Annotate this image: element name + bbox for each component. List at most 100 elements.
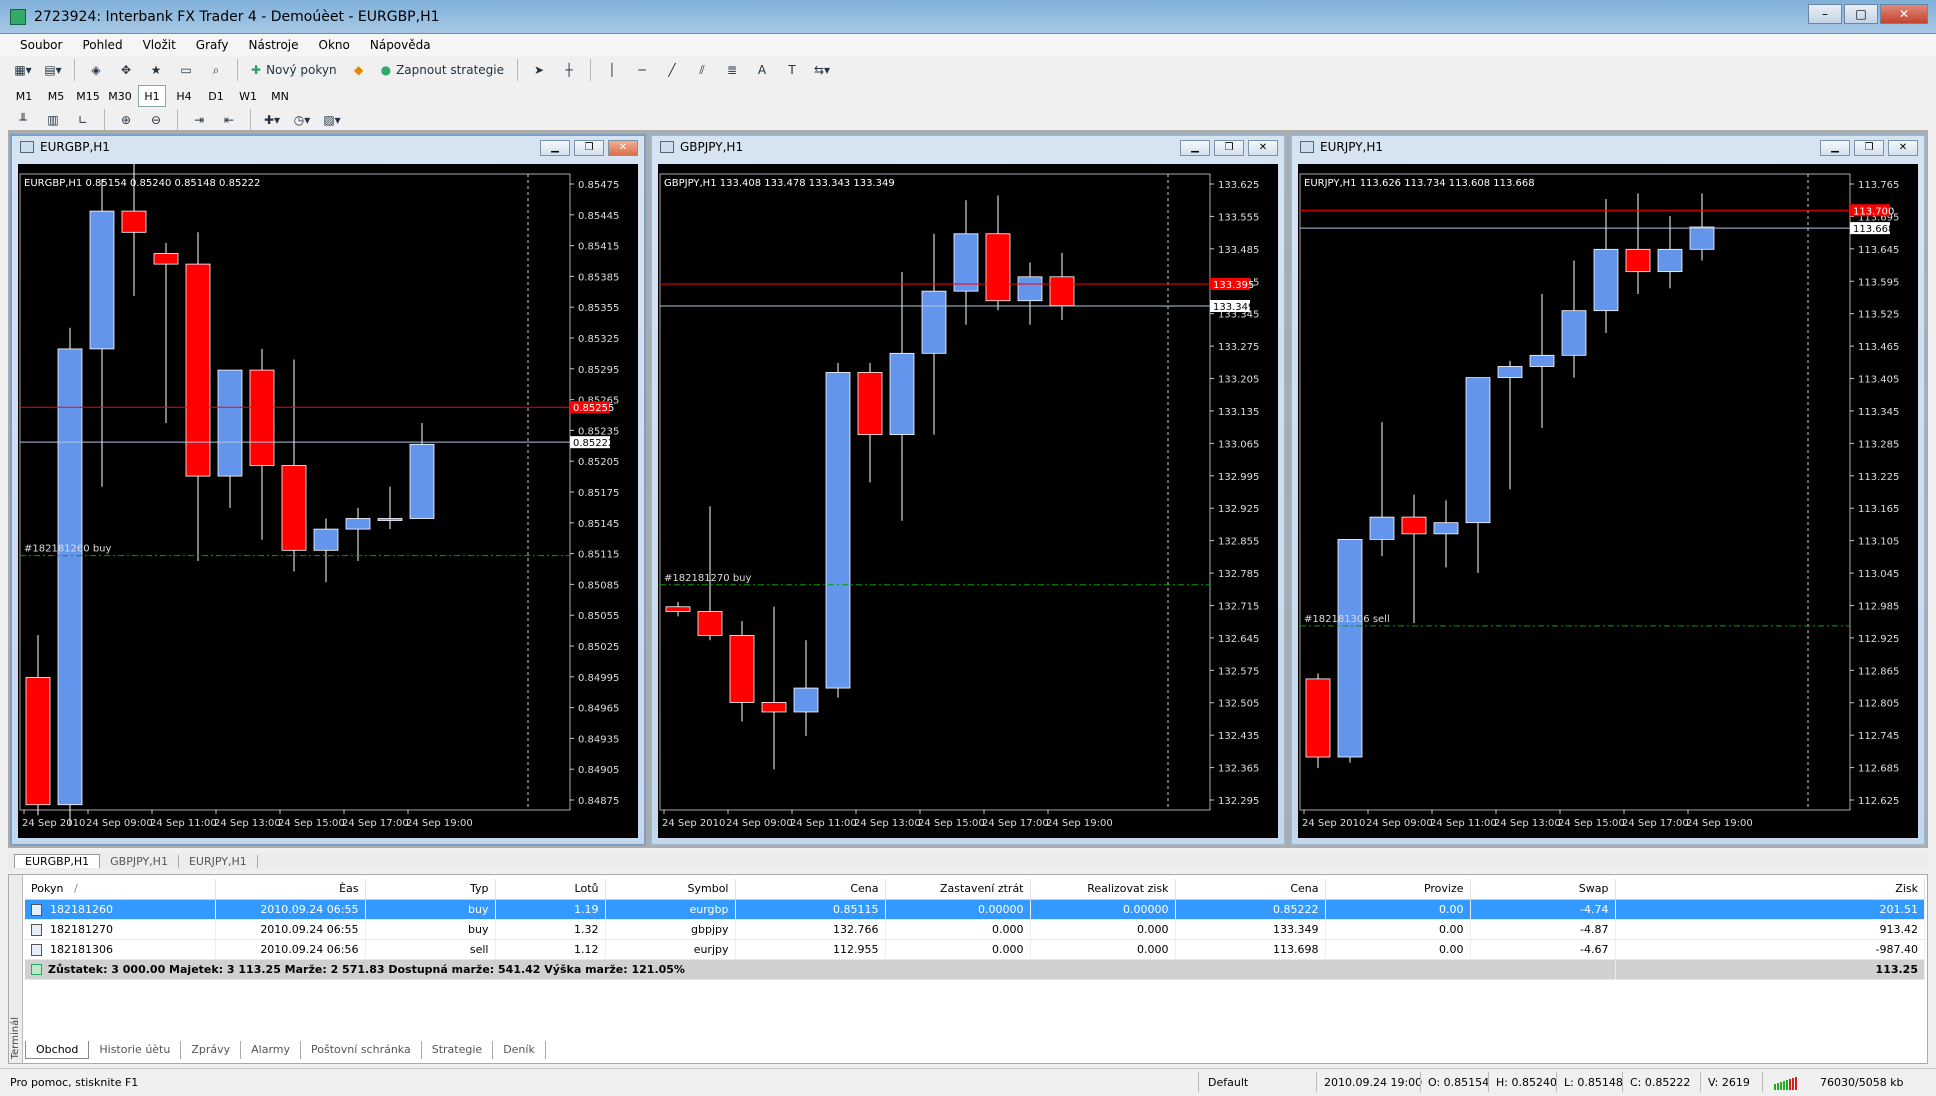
chart-restore-button[interactable]: ❐: [1214, 140, 1244, 156]
candle-body: [313, 528, 339, 551]
profiles-icon[interactable]: ▤▾: [40, 58, 66, 82]
col-order[interactable]: Pokyn /: [25, 879, 216, 900]
col-take-profit[interactable]: Realizovat zisk: [1030, 879, 1176, 900]
metaeditor-icon[interactable]: ◆: [346, 58, 372, 82]
vertical-line-icon[interactable]: │: [599, 58, 625, 82]
new-chart-icon[interactable]: ▦▾: [10, 58, 36, 82]
chart-close-button[interactable]: ✕: [608, 140, 638, 156]
fibonacci-icon[interactable]: ≣: [719, 58, 745, 82]
col-stop-loss[interactable]: Zastavení ztrát: [885, 879, 1031, 900]
menu-view[interactable]: Pohled: [72, 38, 132, 52]
time-tick-label: 24 Sep 19:00: [406, 818, 473, 829]
time-tick-label: 24 Sep 11:00: [150, 818, 217, 829]
timeframe-mn[interactable]: MN: [266, 85, 294, 107]
zoom-in-icon[interactable]: ⊕: [113, 108, 139, 132]
charts-toolbar: ╨ ▥ ∟ ⊕ ⊖ ⇥ ⇤ ✚▾ ◷▾ ▨▾: [0, 108, 1936, 132]
status-help: Pro pomoc, stisknite F1: [10, 1076, 139, 1089]
col-type[interactable]: Typ: [365, 879, 496, 900]
col-swap[interactable]: Swap: [1470, 879, 1616, 900]
chart-canvas[interactable]: 133.625133.555133.485133.415133.345133.2…: [658, 164, 1278, 840]
timeframe-m15[interactable]: M15: [74, 85, 102, 107]
timeframe-m5[interactable]: M5: [42, 85, 70, 107]
col-price[interactable]: Cena: [1175, 879, 1326, 900]
chart-close-button[interactable]: ✕: [1888, 140, 1918, 156]
col-open-price[interactable]: Cena: [735, 879, 886, 900]
crosshair-icon[interactable]: ┼: [556, 58, 582, 82]
bid-price-label: 0.85222: [573, 438, 614, 449]
text-icon[interactable]: A: [749, 58, 775, 82]
menu-insert[interactable]: Vložit: [133, 38, 186, 52]
chart-restore-button[interactable]: ❐: [574, 140, 604, 156]
chart-window-gbpjpy[interactable]: GBPJPY,H1 ▁❐✕ 133.625133.555133.485133.4…: [650, 134, 1286, 846]
menu-help[interactable]: Nápověda: [360, 38, 441, 52]
bar-chart-icon[interactable]: ╨: [10, 108, 36, 132]
price-tick-label: 112.685: [1858, 764, 1899, 775]
toggle-strategies-button[interactable]: ● Zapnout strategie: [376, 58, 509, 82]
navigator-icon[interactable]: ★: [143, 58, 169, 82]
horizontal-line-icon[interactable]: ─: [629, 58, 655, 82]
market-watch-icon[interactable]: ◈: [83, 58, 109, 82]
tab-mailbox[interactable]: Poštovní schránka: [301, 1041, 422, 1059]
table-row[interactable]: 182181260 2010.09.24 06:55 buy 1.19 eurgbp 0…: [25, 899, 1925, 920]
table-row[interactable]: 182181270 2010.09.24 06:55 buy 1.32 gbpjpy 1…: [25, 919, 1925, 940]
chart-tab-gbpjpy[interactable]: GBPJPY,H1: [100, 854, 179, 868]
col-symbol[interactable]: Symbol: [605, 879, 736, 900]
chart-restore-button[interactable]: ❐: [1854, 140, 1884, 156]
templates-icon[interactable]: ▨▾: [319, 108, 345, 132]
menu-charts[interactable]: Grafy: [186, 38, 239, 52]
trendline-icon[interactable]: ╱: [659, 58, 685, 82]
menu-file[interactable]: Soubor: [10, 38, 72, 52]
menu-tools[interactable]: Nástroje: [239, 38, 309, 52]
tab-trade[interactable]: Obchod: [25, 1041, 90, 1059]
chart-tab-eurjpy[interactable]: EURJPY,H1: [179, 854, 258, 868]
tab-alerts[interactable]: Alarmy: [241, 1041, 302, 1059]
new-order-button[interactable]: ✚ Nový pokyn: [246, 58, 342, 82]
timeframe-w1[interactable]: W1: [234, 85, 262, 107]
timeframe-h4[interactable]: H4: [170, 85, 198, 107]
chart-window-eurgbp[interactable]: EURGBP,H1 ▁ ❐ ✕ 0.85475 0.85445 0.85415 0.853…: [10, 134, 646, 846]
chart-minimize-button[interactable]: ▁: [1180, 140, 1210, 156]
table-row[interactable]: 182181306 2010.09.24 06:56 sell 1.12 eurjpy…: [25, 939, 1925, 960]
close-button[interactable]: ✕: [1880, 4, 1928, 24]
periods-icon[interactable]: ◷▾: [289, 108, 315, 132]
line-chart-icon[interactable]: ∟: [70, 108, 96, 132]
channel-icon[interactable]: ⫽: [689, 58, 715, 82]
price-tick-label: 0.85295: [578, 365, 619, 376]
chart-minimize-button[interactable]: ▁: [1820, 140, 1850, 156]
chart-shift-icon[interactable]: ⇤: [216, 108, 242, 132]
tab-account-history[interactable]: Historie úètu: [89, 1041, 182, 1059]
menu-window[interactable]: Okno: [309, 38, 360, 52]
timeframe-d1[interactable]: D1: [202, 85, 230, 107]
col-commission[interactable]: Provize: [1325, 879, 1471, 900]
status-high: H: 0.85240: [1496, 1076, 1557, 1089]
chart-canvas[interactable]: 113.765113.695113.645113.595113.525113.4…: [1298, 164, 1918, 840]
col-profit[interactable]: Zisk: [1615, 879, 1925, 900]
balance-icon: [31, 964, 42, 975]
chart-minimize-button[interactable]: ▁: [540, 140, 570, 156]
arrows-icon[interactable]: ⇆▾: [809, 58, 835, 82]
tab-news[interactable]: Zprávy: [181, 1041, 242, 1059]
cursor-icon[interactable]: ➤: [526, 58, 552, 82]
tab-experts[interactable]: Strategie: [422, 1041, 494, 1059]
chart-window-icon: [20, 141, 34, 153]
autoscroll-icon[interactable]: ⇥: [186, 108, 212, 132]
maximize-button[interactable]: □: [1844, 4, 1878, 24]
col-time[interactable]: Èas: [215, 879, 366, 900]
minimize-button[interactable]: –: [1808, 4, 1842, 24]
chart-canvas[interactable]: 0.85475 0.85445 0.85415 0.85385 0.85355 0.853…: [18, 164, 638, 840]
tab-journal[interactable]: Deník: [493, 1041, 546, 1059]
chart-tab-eurgbp[interactable]: EURGBP,H1: [14, 854, 101, 868]
indicators-icon[interactable]: ✚▾: [259, 108, 285, 132]
data-window-icon[interactable]: ✥: [113, 58, 139, 82]
text-label-icon[interactable]: T: [779, 58, 805, 82]
tester-icon[interactable]: ⌕: [203, 58, 229, 82]
zoom-out-icon[interactable]: ⊖: [143, 108, 169, 132]
col-lots[interactable]: Lotů: [495, 879, 606, 900]
candlestick-icon[interactable]: ▥: [40, 108, 66, 132]
terminal-icon[interactable]: ▭: [173, 58, 199, 82]
chart-close-button[interactable]: ✕: [1248, 140, 1278, 156]
timeframe-h1[interactable]: H1: [138, 85, 166, 107]
timeframe-m1[interactable]: M1: [10, 85, 38, 107]
chart-window-eurjpy[interactable]: EURJPY,H1 ▁ ❐ ✕ 113.765 113.695 113.645 113.5…: [1290, 134, 1926, 846]
timeframe-m30[interactable]: M30: [106, 85, 134, 107]
